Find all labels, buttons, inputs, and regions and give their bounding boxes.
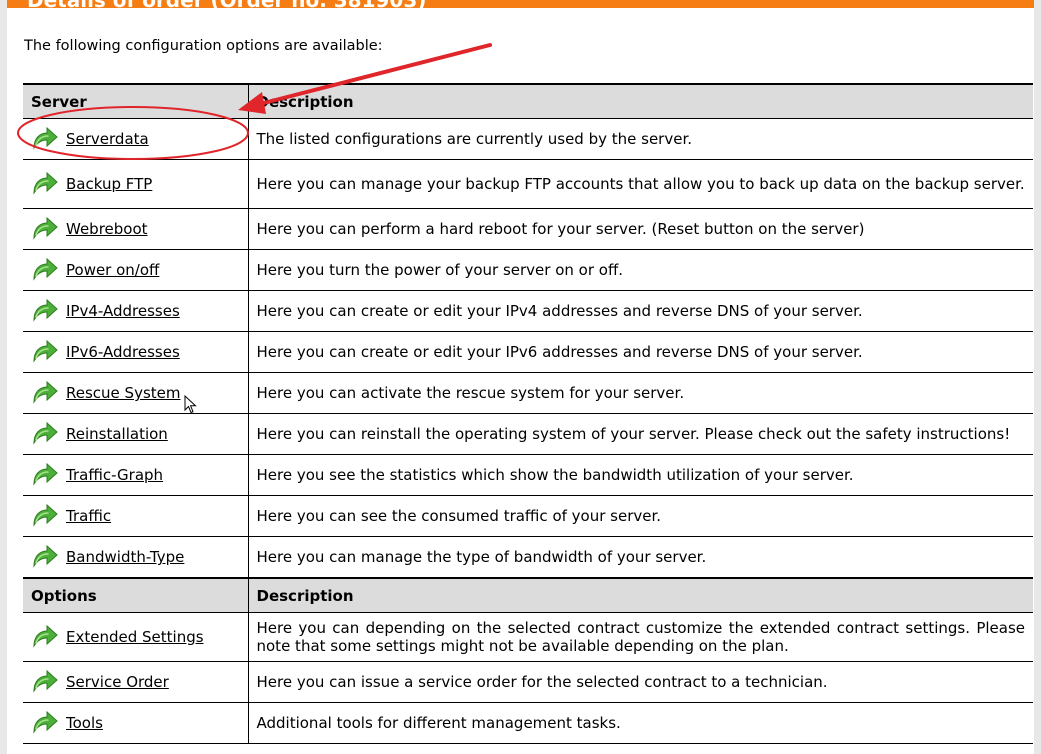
green-curved-arrow-icon	[31, 216, 58, 242]
link-ipv4-addresses[interactable]: IPv4-Addresses	[66, 302, 180, 320]
row-name-cell: Power on/off	[23, 249, 249, 291]
row-name-cell: Backup FTP	[23, 159, 249, 209]
left-page-border	[0, 0, 7, 754]
row-description: Here you can create or edit your IPv6 ad…	[248, 331, 1033, 373]
page: Details of order (Order no. 381903) The …	[0, 0, 1041, 754]
row-name-cell: Traffic	[23, 495, 249, 537]
row-name-cell: IPv6-Addresses	[23, 331, 249, 373]
green-curved-arrow-icon	[31, 380, 58, 406]
table-row: Power on/off Here you turn the power of …	[23, 249, 1033, 291]
row-name-cell: Service Order	[23, 661, 249, 703]
options-header-name: Options	[23, 577, 249, 613]
row-description: Additional tools for different managemen…	[248, 702, 1033, 744]
row-description: Here you can depending on the selected c…	[248, 612, 1033, 662]
link-reinstallation[interactable]: Reinstallation	[66, 425, 168, 443]
row-description: Here you can manage the type of bandwidt…	[248, 536, 1033, 579]
row-name-cell: IPv4-Addresses	[23, 290, 249, 332]
green-curved-arrow-icon	[31, 624, 58, 650]
green-curved-arrow-icon	[31, 126, 58, 152]
table-row: Service Order Here you can issue a servi…	[23, 661, 1033, 703]
green-curved-arrow-icon	[31, 257, 58, 283]
row-description: Here you can activate the rescue system …	[248, 372, 1033, 414]
green-curved-arrow-icon	[31, 298, 58, 324]
table-row: Traffic-Graph Here you see the statistic…	[23, 454, 1033, 496]
row-name-cell: Rescue System	[23, 372, 249, 414]
options-header-description: Description	[248, 577, 1033, 613]
server-header-row: Server Description	[23, 83, 1033, 119]
table-row: Tools Additional tools for different man…	[23, 702, 1033, 744]
title-bar: Details of order (Order no. 381903)	[7, 0, 1034, 8]
green-curved-arrow-icon	[31, 339, 58, 365]
link-power-on-off[interactable]: Power on/off	[66, 261, 159, 279]
green-curved-arrow-icon	[31, 710, 58, 736]
link-traffic[interactable]: Traffic	[66, 507, 111, 525]
table-row: IPv6-Addresses Here you can create or ed…	[23, 331, 1033, 373]
green-curved-arrow-icon	[31, 421, 58, 447]
row-description: Here you can manage your backup FTP acco…	[248, 159, 1033, 209]
table-row: Bandwidth-Type Here you can manage the t…	[23, 536, 1033, 579]
row-description: Here you can perform a hard reboot for y…	[248, 208, 1033, 250]
table-row: Webreboot Here you can perform a hard re…	[23, 208, 1033, 250]
table-row: Serverdata The listed configurations are…	[23, 118, 1033, 160]
link-service-order[interactable]: Service Order	[66, 673, 169, 691]
link-backup-ftp[interactable]: Backup FTP	[66, 175, 152, 193]
row-name-cell: Reinstallation	[23, 413, 249, 455]
row-description: Here you can create or edit your IPv4 ad…	[248, 290, 1033, 332]
table-row: Backup FTP Here you can manage your back…	[23, 159, 1033, 209]
row-name-cell: Webreboot	[23, 208, 249, 250]
link-ipv6-addresses[interactable]: IPv6-Addresses	[66, 343, 180, 361]
row-description: Here you can reinstall the operating sys…	[248, 413, 1033, 455]
row-name-cell: Traffic-Graph	[23, 454, 249, 496]
row-name-cell: Extended Settings	[23, 612, 249, 662]
row-name-cell: Bandwidth-Type	[23, 536, 249, 579]
options-header-row: Options Description	[23, 577, 1033, 613]
row-name-cell: Serverdata	[23, 118, 249, 160]
link-traffic-graph[interactable]: Traffic-Graph	[66, 466, 163, 484]
table-row: IPv4-Addresses Here you can create or ed…	[23, 290, 1033, 332]
intro-text: The following configuration options are …	[24, 38, 383, 54]
mouse-pointer-icon	[184, 395, 197, 414]
configuration-table: Server Description Serverdata The listed…	[23, 83, 1033, 744]
link-tools[interactable]: Tools	[66, 714, 103, 732]
green-curved-arrow-icon	[31, 669, 58, 695]
page-title: Details of order (Order no. 381903)	[27, 0, 426, 8]
row-name-cell: Tools	[23, 702, 249, 744]
green-curved-arrow-icon	[31, 544, 58, 570]
table-row: Rescue System Here you can activate the …	[23, 372, 1033, 414]
table-row: Traffic Here you can see the consumed tr…	[23, 495, 1033, 537]
row-description: The listed configurations are currently …	[248, 118, 1033, 160]
green-curved-arrow-icon	[31, 503, 58, 529]
row-description: Here you can see the consumed traffic of…	[248, 495, 1033, 537]
table-row: Reinstallation Here you can reinstall th…	[23, 413, 1033, 455]
link-serverdata[interactable]: Serverdata	[66, 130, 149, 148]
server-header-name: Server	[23, 83, 249, 119]
table-row: Extended Settings Here you can depending…	[23, 612, 1033, 662]
row-description: Here you see the statistics which show t…	[248, 454, 1033, 496]
right-scroll-gutter	[1034, 0, 1041, 754]
link-bandwidth-type[interactable]: Bandwidth-Type	[66, 548, 184, 566]
green-curved-arrow-icon	[31, 171, 58, 197]
link-webreboot[interactable]: Webreboot	[66, 220, 148, 238]
row-description: Here you turn the power of your server o…	[248, 249, 1033, 291]
link-rescue-system[interactable]: Rescue System	[66, 384, 180, 402]
link-extended-settings[interactable]: Extended Settings	[66, 628, 204, 646]
server-header-description: Description	[248, 83, 1033, 119]
row-description: Here you can issue a service order for t…	[248, 661, 1033, 703]
green-curved-arrow-icon	[31, 462, 58, 488]
